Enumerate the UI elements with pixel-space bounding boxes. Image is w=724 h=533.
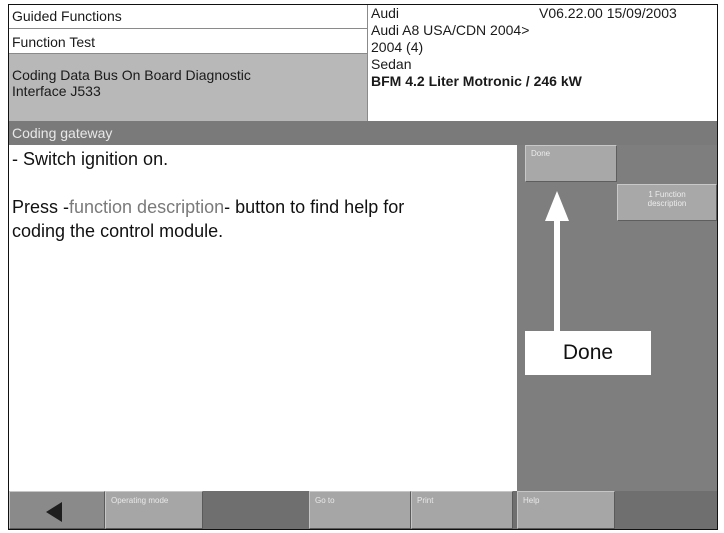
- done-button[interactable]: Done: [525, 145, 617, 182]
- vehicle-body: Sedan: [371, 56, 412, 72]
- function-description-label-2: description: [647, 199, 687, 208]
- goto-button[interactable]: Go to: [309, 491, 411, 529]
- current-function-line1: Coding Data Bus On Board Diagnostic: [12, 67, 251, 83]
- print-button[interactable]: Print: [411, 491, 513, 529]
- instruction-text: - button to find help for: [224, 197, 405, 217]
- back-button[interactable]: [9, 491, 105, 529]
- instruction-line-3: coding the control module.: [12, 221, 224, 241]
- instruction-line-1: - Switch ignition on.: [12, 149, 169, 169]
- path-function-test[interactable]: Function Test: [9, 29, 367, 54]
- bottom-toolbar: Operating mode Go to Print Help: [9, 491, 717, 529]
- vehicle-engine: BFM 4.2 Liter Motronic / 246 kW: [371, 73, 582, 89]
- vehicle-brand-version-line: Audi V06.22.00 15/09/2003: [371, 5, 717, 22]
- vehicle-year: 2004 (4): [371, 39, 424, 55]
- software-version: V06.22.00 15/09/2003: [539, 5, 677, 21]
- path-current-function[interactable]: Coding Data Bus On Board Diagnostic Inte…: [9, 54, 367, 121]
- help-button[interactable]: Help: [517, 491, 615, 529]
- function-description-button[interactable]: 1 Function description: [617, 184, 717, 221]
- up-arrow-icon: [545, 191, 569, 335]
- instruction-text: Press -: [12, 197, 70, 217]
- operating-mode-button[interactable]: Operating mode: [105, 491, 203, 529]
- function-description-label-1: 1 Function: [648, 190, 686, 199]
- done-callout-label: Done: [525, 331, 651, 375]
- function-description-reference: function description: [69, 197, 225, 217]
- instruction-line-2: Press -function description- button to f…: [12, 195, 517, 219]
- screen-title: Coding gateway: [9, 121, 717, 145]
- path-guided-functions[interactable]: Guided Functions: [9, 5, 367, 29]
- side-button-panel: Done 1 Function description Done: [517, 145, 717, 491]
- instruction-panel: - Switch ignition on. Press -function de…: [9, 145, 517, 491]
- diagnostic-window: Guided Functions Function Test Coding Da…: [8, 4, 718, 530]
- vehicle-brand: Audi: [371, 5, 400, 21]
- back-arrow-icon: [46, 502, 62, 522]
- function-path-panel: Guided Functions Function Test Coding Da…: [9, 5, 367, 121]
- vehicle-info-panel: Audi V06.22.00 15/09/2003 Audi A8 USA/CDN…: [367, 5, 717, 121]
- current-function-line2: Interface J533: [12, 83, 101, 99]
- vehicle-model: Audi A8 USA/CDN 2004>: [371, 22, 530, 38]
